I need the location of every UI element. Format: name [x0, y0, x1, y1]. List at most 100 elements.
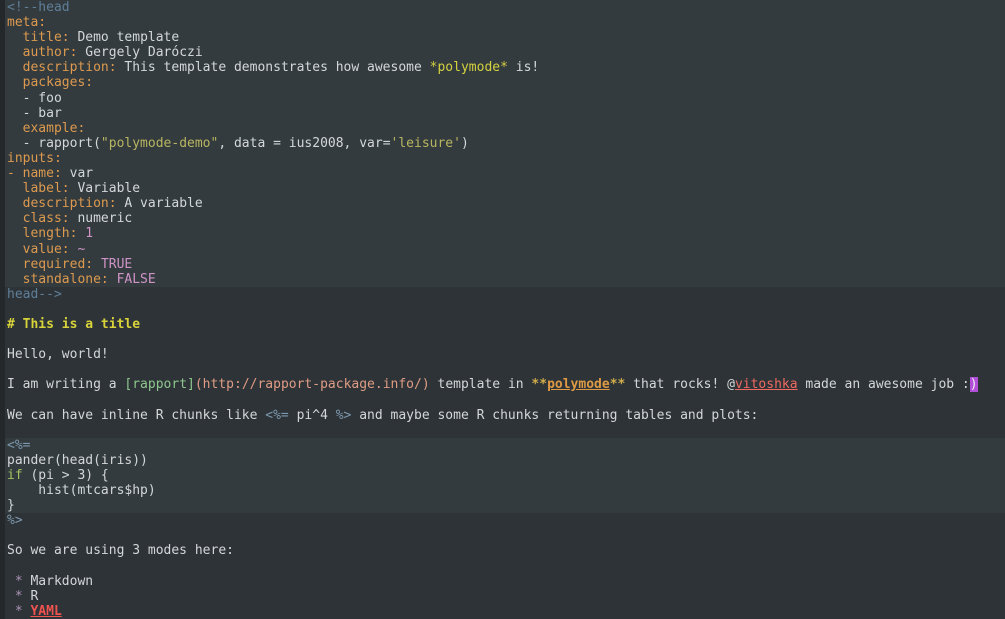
token-plain [7, 589, 15, 604]
code-line[interactable]: - foo [5, 91, 1005, 106]
token-plain: - rapport( [7, 136, 101, 151]
token-constant: FALSE [117, 272, 156, 287]
token-key: label: [23, 181, 70, 196]
token-plain [7, 30, 23, 45]
code-line[interactable] [5, 302, 1005, 317]
token-plain [7, 226, 23, 241]
token-delim_r: <%= [7, 438, 30, 453]
token-plain: Gergely Daróczi [77, 45, 202, 60]
code-line[interactable]: I am writing a [rapport](http://rapport-… [5, 377, 1005, 392]
token-plain: So we are using 3 modes here: [7, 543, 234, 558]
token-key: packages: [23, 75, 93, 90]
code-line[interactable]: * Markdown [5, 574, 1005, 589]
token-delim_r: <%= [265, 408, 288, 423]
code-line[interactable]: # This is a title [5, 317, 1005, 332]
code-line[interactable]: length: 1 [5, 226, 1005, 241]
token-stars: ** [531, 377, 547, 392]
token-em: *polymode* [430, 60, 508, 75]
code-line[interactable]: hist(mtcars$hp) [5, 483, 1005, 498]
token-red: YAML [30, 604, 61, 619]
code-line[interactable]: So we are using 3 modes here: [5, 543, 1005, 558]
code-line[interactable]: example: [5, 121, 1005, 136]
token-bullet: * [15, 604, 23, 619]
token-plain: and maybe some R chunks returning tables… [351, 408, 758, 423]
code-line[interactable]: value: ~ [5, 242, 1005, 257]
token-plain: numeric [70, 211, 133, 226]
code-line[interactable]: head--> [5, 287, 1005, 302]
token-plain: R [23, 589, 39, 604]
token-key: value: [23, 242, 70, 257]
token-key: class: [23, 211, 70, 226]
token-url: (http://rapport-package.info/) [195, 377, 430, 392]
token-mention: vitoshka [735, 377, 798, 392]
code-line[interactable]: standalone: FALSE [5, 272, 1005, 287]
code-line[interactable]: required: TRUE [5, 257, 1005, 272]
token-plain: We can have inline R chunks like [7, 408, 265, 423]
code-line[interactable]: - name: var [5, 166, 1005, 181]
token-plain: is! [508, 60, 539, 75]
token-key: description: [23, 196, 117, 211]
code-line[interactable] [5, 332, 1005, 347]
token-plain [109, 272, 117, 287]
code-line[interactable]: class: numeric [5, 211, 1005, 226]
code-line[interactable]: meta: [5, 15, 1005, 30]
code-line[interactable] [5, 558, 1005, 573]
code-line[interactable]: Hello, world! [5, 347, 1005, 362]
token-plain: Variable [70, 181, 140, 196]
token-plain [93, 257, 101, 272]
code-line[interactable]: <%= [5, 438, 1005, 453]
code-line[interactable]: * YAML [5, 604, 1005, 619]
token-delim_r: %> [7, 513, 23, 528]
code-line[interactable]: <!--head [5, 0, 1005, 15]
code-line[interactable] [5, 528, 1005, 543]
token-plain [7, 242, 23, 257]
code-line[interactable]: * R [5, 589, 1005, 604]
code-line[interactable]: inputs: [5, 151, 1005, 166]
token-plain: made an awesome job : [798, 377, 970, 392]
code-line[interactable] [5, 362, 1005, 377]
token-plain [7, 574, 15, 589]
editor-buffer[interactable]: <!--headmeta: title: Demo template autho… [0, 0, 1005, 619]
token-plain: pander(head(iris)) [7, 453, 148, 468]
code-line[interactable] [5, 423, 1005, 438]
token-plain: hist(mtcars$hp) [7, 483, 156, 498]
token-delim_yaml: head--> [7, 287, 62, 302]
code-line[interactable]: description: A variable [5, 196, 1005, 211]
text-cursor: ) [970, 377, 978, 392]
code-line[interactable]: packages: [5, 75, 1005, 90]
token-delim_r: %> [336, 408, 352, 423]
code-line[interactable]: if (pi > 3) { [5, 468, 1005, 483]
code-line[interactable] [5, 392, 1005, 407]
token-constant: ~ [77, 242, 85, 257]
token-key: standalone: [23, 272, 109, 287]
token-plain: ) [461, 136, 469, 151]
token-plain [7, 196, 23, 211]
token-plain [7, 257, 23, 272]
token-plain [7, 60, 23, 75]
code-line[interactable]: - bar [5, 106, 1005, 121]
token-key: inputs: [7, 151, 62, 166]
token-key: description: [23, 60, 117, 75]
token-constant: 1 [85, 226, 93, 241]
text-buffer[interactable]: <!--headmeta: title: Demo template autho… [5, 0, 1005, 619]
token-plain [7, 604, 15, 619]
code-line[interactable]: - rapport("polymode-demo", data = ius200… [5, 136, 1005, 151]
code-line[interactable]: } [5, 498, 1005, 513]
token-plain: template in [430, 377, 532, 392]
code-line[interactable]: description: This template demonstrates … [5, 60, 1005, 75]
token-plain: } [7, 498, 15, 513]
token-plain: Demo template [70, 30, 180, 45]
code-line[interactable]: %> [5, 513, 1005, 528]
code-line[interactable]: title: Demo template [5, 30, 1005, 45]
token-plain: that rocks! @ [625, 377, 735, 392]
token-key: author: [23, 45, 78, 60]
token-plain [7, 45, 23, 60]
code-line[interactable]: We can have inline R chunks like <%= pi^… [5, 408, 1005, 423]
code-line[interactable]: author: Gergely Daróczi [5, 45, 1005, 60]
token-plain: var [62, 166, 93, 181]
token-delim_yaml: <!--head [7, 0, 70, 15]
code-line[interactable]: label: Variable [5, 181, 1005, 196]
token-key: title: [23, 30, 70, 45]
code-line[interactable]: pander(head(iris)) [5, 453, 1005, 468]
token-constant: TRUE [101, 257, 132, 272]
